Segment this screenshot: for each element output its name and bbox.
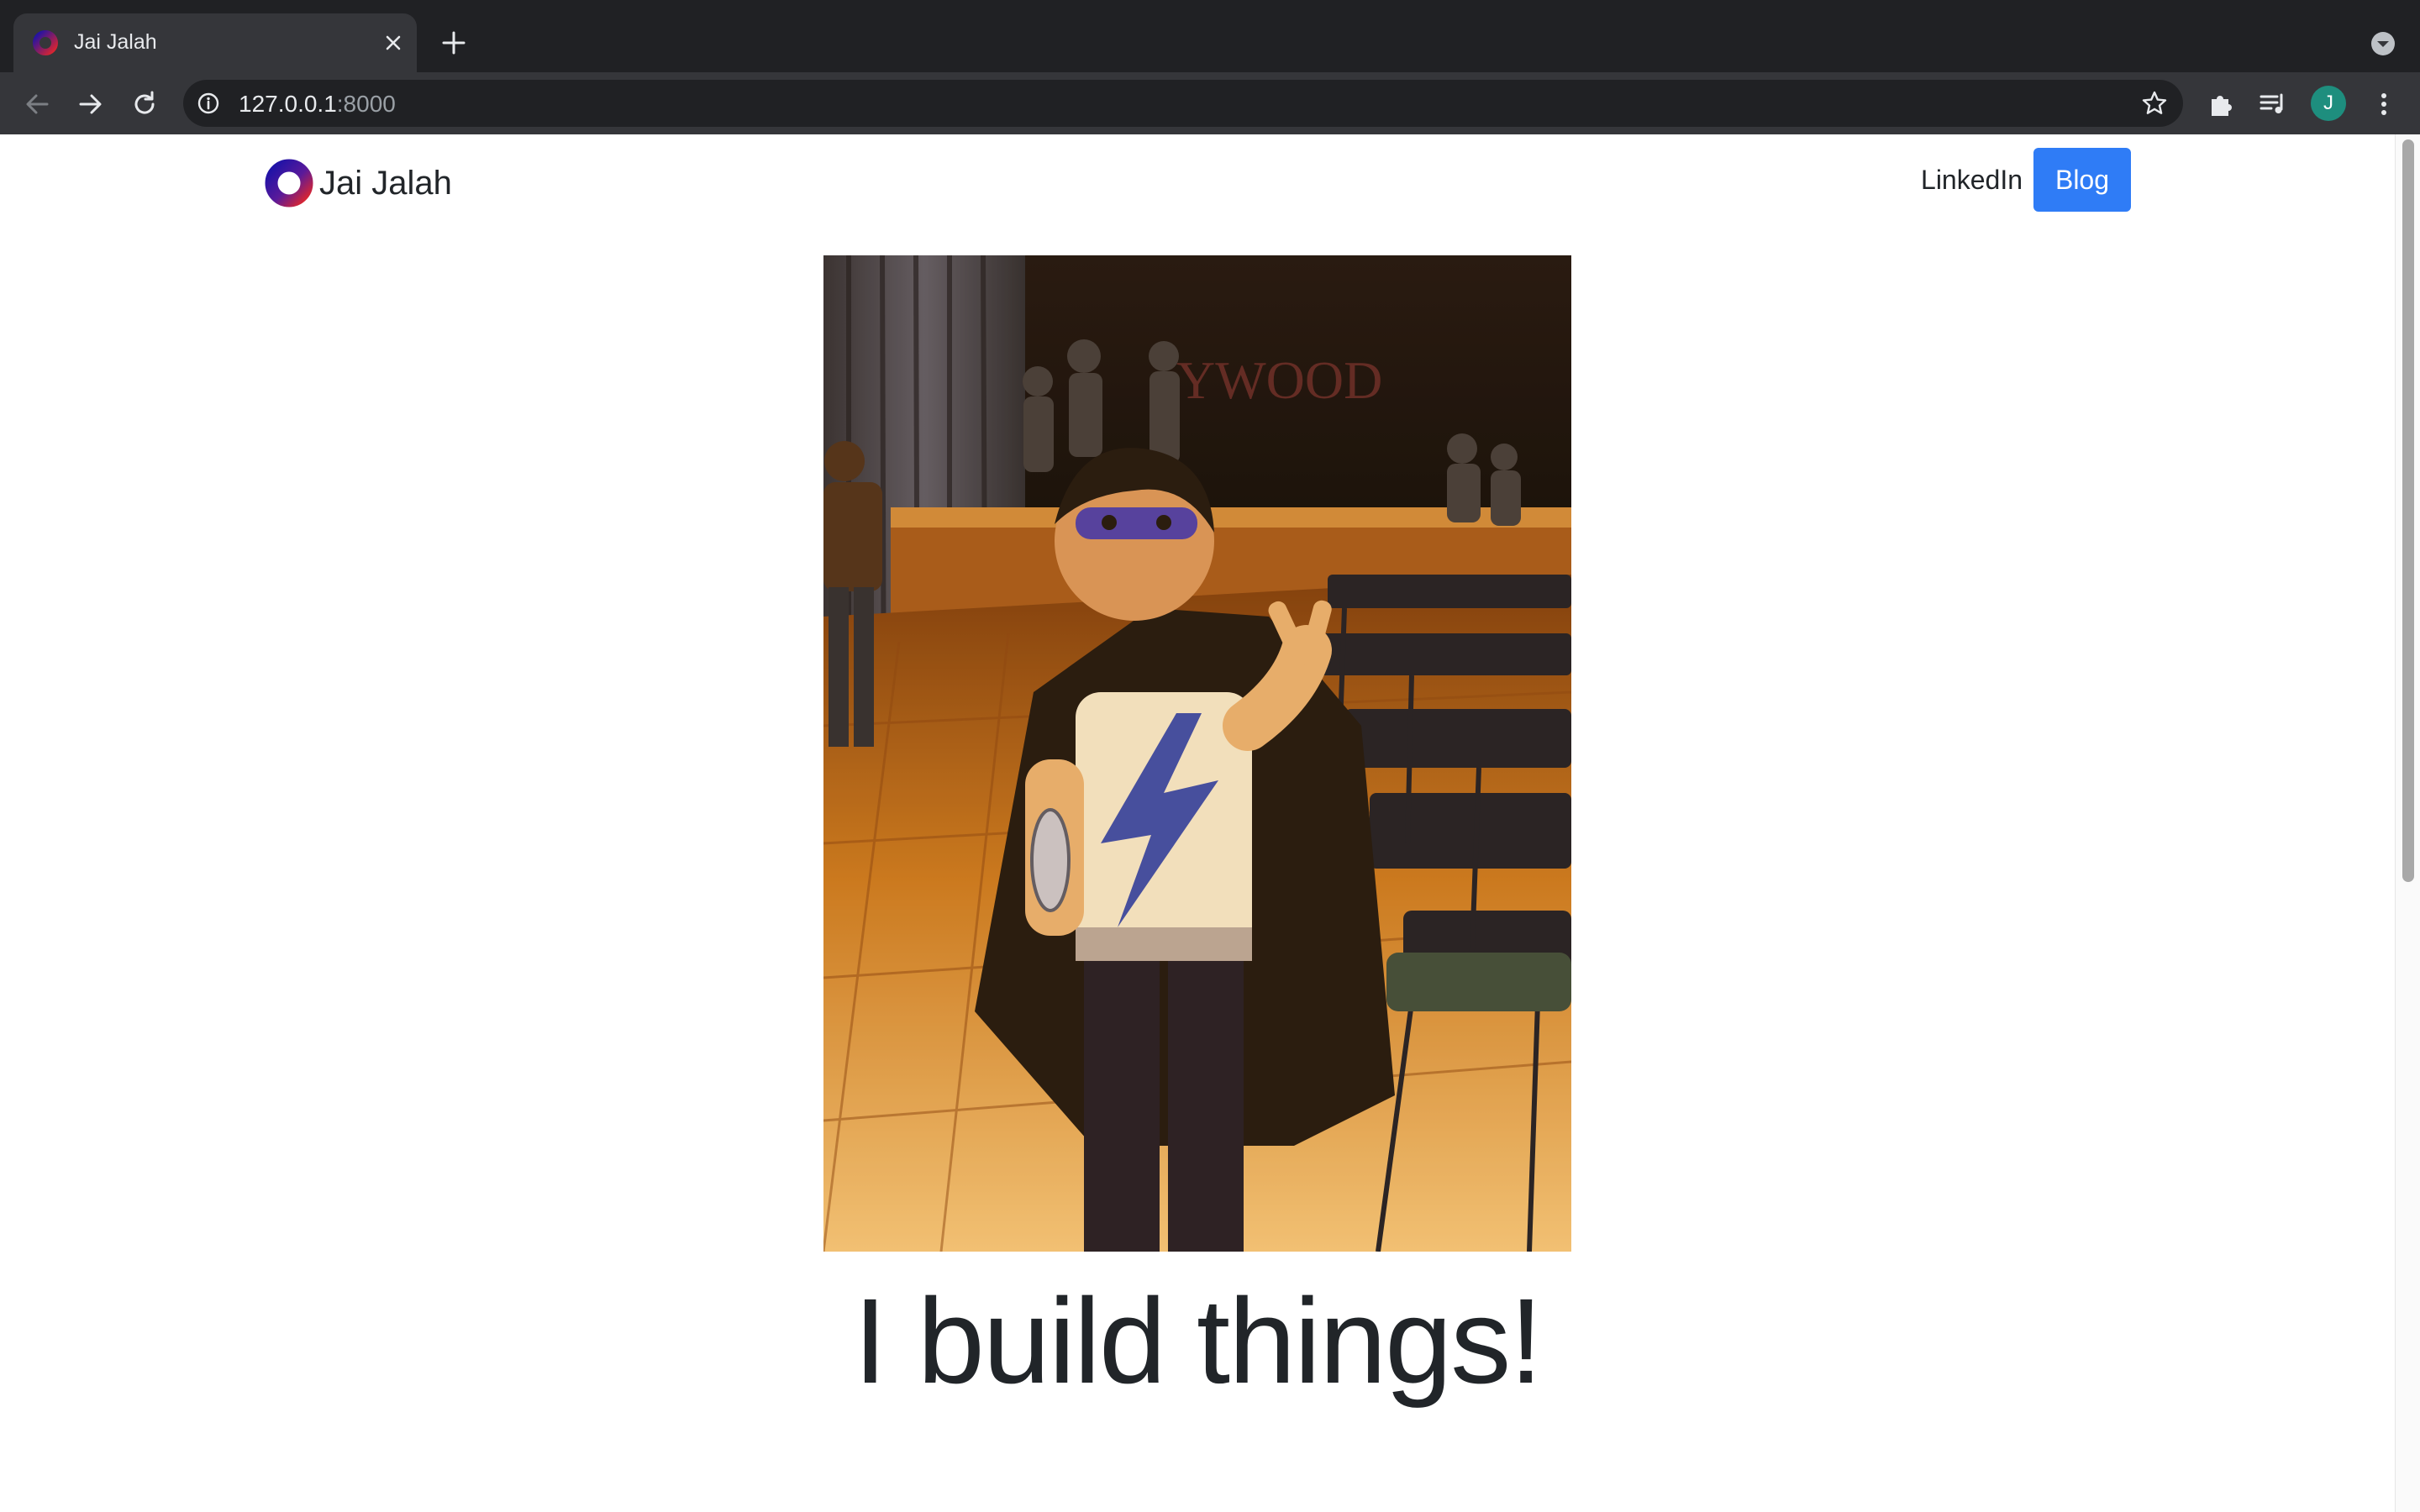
nav-blog-button[interactable]: Blog [2033, 148, 2131, 212]
tab-title: Jai Jalah [74, 30, 157, 54]
nav-link-linkedin[interactable]: LinkedIn [1921, 165, 2023, 196]
hero-photo-image: YWOOD [823, 255, 1571, 1252]
media-queue-icon[interactable] [2257, 88, 2289, 120]
address-bar[interactable]: 127.0.0.1:8000 [183, 80, 2183, 127]
ring-logo-icon [33, 30, 58, 55]
brand-home-link[interactable]: Jai Jalah [264, 156, 452, 210]
extensions-puzzle-icon[interactable] [2205, 88, 2237, 120]
hero-heading: I build things! [853, 1273, 1544, 1409]
bookmark-star-icon[interactable] [2139, 88, 2170, 118]
browser-tab-strip: Jai Jalah [0, 0, 2420, 72]
reload-icon[interactable] [128, 87, 161, 121]
profile-avatar[interactable]: J [2311, 86, 2346, 121]
tab-search-icon[interactable] [2368, 29, 2398, 59]
ring-logo-icon [265, 159, 313, 207]
scrollbar-thumb[interactable] [2402, 139, 2414, 882]
kebab-menu-icon[interactable] [2368, 88, 2400, 120]
back-arrow-icon[interactable] [20, 87, 54, 121]
brand-name: Jai Jalah [319, 164, 452, 202]
close-icon[interactable] [378, 28, 408, 58]
browser-tab-active[interactable]: Jai Jalah [13, 13, 417, 72]
site-info-icon[interactable] [197, 92, 220, 115]
forward-arrow-icon[interactable] [74, 87, 108, 121]
page-scrollbar[interactable] [2395, 134, 2420, 1512]
hero-photo: YWOOD [823, 255, 1571, 1252]
url-port: :8000 [336, 91, 396, 117]
new-tab-icon[interactable] [437, 26, 471, 60]
browser-toolbar: 127.0.0.1:8000 J [0, 72, 2420, 136]
url-host: 127.0.0.1 [239, 91, 337, 117]
page-viewport: Jai Jalah LinkedIn Blog YWOOD I build th… [0, 134, 2395, 1512]
address-url[interactable]: 127.0.0.1:8000 [239, 91, 396, 118]
